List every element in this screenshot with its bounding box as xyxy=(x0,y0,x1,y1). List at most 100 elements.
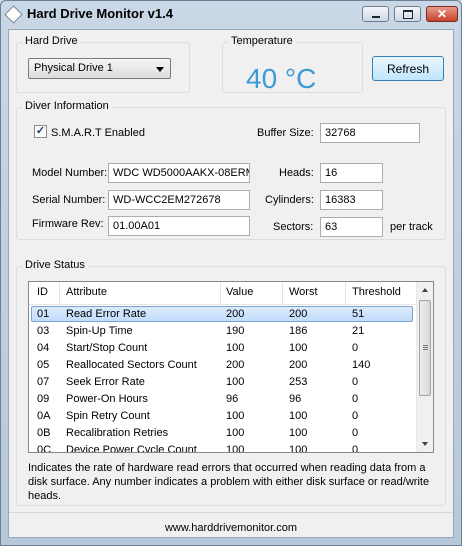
cell-id: 0A xyxy=(37,410,51,422)
smart-attributes-list[interactable]: ID Attribute Value Worst Threshold 01 Rea… xyxy=(28,281,434,453)
checkmark-icon: ✓ xyxy=(35,125,46,137)
column-header-attribute[interactable]: Attribute xyxy=(66,286,107,304)
column-header-threshold[interactable]: Threshold xyxy=(352,286,401,304)
table-row[interactable]: 0B Recalibration Retries 100 100 0 xyxy=(29,425,416,442)
refresh-button[interactable]: Refresh xyxy=(372,56,444,81)
chevron-down-icon xyxy=(156,67,164,72)
title-bar[interactable]: Hard Drive Monitor v1.4 ✕ xyxy=(1,1,461,28)
minimize-icon xyxy=(371,16,380,18)
cell-id: 09 xyxy=(37,393,50,405)
cell-value: 100 xyxy=(226,376,245,388)
buffer-size-label: Buffer Size: xyxy=(257,127,314,139)
diamond-icon xyxy=(4,5,23,24)
cell-attribute: Recalibration Retries xyxy=(66,427,169,439)
cell-threshold: 21 xyxy=(352,325,365,337)
serial-number-label: Serial Number: xyxy=(32,194,106,206)
hard-drive-label: Hard Drive xyxy=(22,35,81,47)
cell-attribute: Power-On Hours xyxy=(66,393,148,405)
table-row[interactable]: 01 Read Error Rate 200 200 51 xyxy=(29,306,416,323)
buffer-size-field[interactable]: 32768 xyxy=(320,123,420,143)
cell-worst: 186 xyxy=(289,325,308,337)
footer-divider xyxy=(9,512,453,513)
column-header-id[interactable]: ID xyxy=(37,286,48,304)
cell-threshold: 51 xyxy=(352,308,365,320)
main-panel: Hard Drive Physical Drive 1 Temperature … xyxy=(8,29,454,538)
driver-info-label: Diver Information xyxy=(22,100,112,112)
cell-threshold: 0 xyxy=(352,427,359,439)
drive-select-value: Physical Drive 1 xyxy=(34,62,113,74)
cell-attribute: Reallocated Sectors Count xyxy=(66,359,197,371)
column-header-worst[interactable]: Worst xyxy=(289,286,318,304)
maximize-icon xyxy=(402,9,413,19)
table-row[interactable]: 05 Reallocated Sectors Count 200 200 140 xyxy=(29,357,416,374)
column-header-value[interactable]: Value xyxy=(226,286,253,304)
close-icon: ✕ xyxy=(436,7,448,21)
serial-number-field[interactable]: WD-WCC2EM272678 xyxy=(108,190,250,210)
cell-attribute: Spin Retry Count xyxy=(66,410,150,422)
cell-worst: 200 xyxy=(289,308,308,320)
scroll-up-icon[interactable] xyxy=(422,288,428,292)
cell-value: 100 xyxy=(226,342,245,354)
cell-value: 100 xyxy=(226,427,245,439)
cell-threshold: 0 xyxy=(352,393,359,405)
firmware-label: Firmware Rev: xyxy=(32,218,104,230)
table-row[interactable]: 04 Start/Stop Count 100 100 0 xyxy=(29,340,416,357)
table-row[interactable]: 03 Spin-Up Time 190 186 21 xyxy=(29,323,416,340)
smart-label: S.M.A.R.T Enabled xyxy=(51,127,145,139)
cylinders-field[interactable]: 16383 xyxy=(320,190,383,210)
cell-worst: 200 xyxy=(289,359,308,371)
temperature-value: 40 °C xyxy=(246,63,317,94)
cell-threshold: 0 xyxy=(352,410,359,422)
table-row[interactable]: 09 Power-On Hours 96 96 0 xyxy=(29,391,416,408)
cell-threshold: 0 xyxy=(352,376,359,388)
temperature-label: Temperature xyxy=(228,35,296,47)
cell-attribute: Read Error Rate xyxy=(66,308,147,320)
cell-id: 07 xyxy=(37,376,50,388)
cell-worst: 100 xyxy=(289,342,308,354)
website-link[interactable]: www.harddrivemonitor.com xyxy=(9,522,453,534)
scroll-thumb[interactable] xyxy=(419,300,431,396)
list-rows: 01 Read Error Rate 200 200 51 03 Spin-Up Time 1… xyxy=(29,306,416,453)
cell-id: 01 xyxy=(37,308,50,320)
cell-value: 96 xyxy=(226,393,239,405)
cell-value: 100 xyxy=(226,410,245,422)
app-window: Hard Drive Monitor v1.4 ✕ Hard Drive Phy… xyxy=(0,0,462,546)
cell-id: 05 xyxy=(37,359,50,371)
model-number-label: Model Number: xyxy=(32,167,108,179)
heads-field[interactable]: 16 xyxy=(320,163,383,183)
cell-worst: 100 xyxy=(289,427,308,439)
cell-threshold: 140 xyxy=(352,359,371,371)
cell-worst: 100 xyxy=(289,410,308,422)
cell-attribute: Device Power Cycle Count xyxy=(66,444,197,453)
table-row[interactable]: 0C Device Power Cycle Count 100 100 0 xyxy=(29,442,416,453)
table-row[interactable]: 0A Spin Retry Count 100 100 0 xyxy=(29,408,416,425)
cell-worst: 253 xyxy=(289,376,308,388)
smart-checkbox[interactable]: ✓ xyxy=(34,125,47,138)
scroll-down-icon[interactable] xyxy=(422,442,428,446)
cell-value: 200 xyxy=(226,359,245,371)
cell-value: 200 xyxy=(226,308,245,320)
cell-id: 04 xyxy=(37,342,50,354)
list-header: ID Attribute Value Worst Threshold xyxy=(29,282,416,305)
cell-attribute: Start/Stop Count xyxy=(66,342,148,354)
sectors-field[interactable]: 63 xyxy=(320,217,383,237)
close-button[interactable]: ✕ xyxy=(426,6,458,22)
sectors-label: Sectors: xyxy=(273,221,314,233)
table-row[interactable]: 07 Seek Error Rate 100 253 0 xyxy=(29,374,416,391)
cylinders-label: Cylinders: xyxy=(265,194,314,206)
model-number-field[interactable]: WDC WD5000AAKX-08ERMA0 xyxy=(108,163,250,183)
heads-label: Heads: xyxy=(279,167,314,179)
minimize-button[interactable] xyxy=(362,6,389,22)
cell-attribute: Seek Error Rate xyxy=(66,376,145,388)
maximize-button[interactable] xyxy=(394,6,421,22)
cell-threshold: 0 xyxy=(352,342,359,354)
cell-value: 100 xyxy=(226,444,245,453)
cell-value: 190 xyxy=(226,325,245,337)
window-title: Hard Drive Monitor v1.4 xyxy=(27,6,173,21)
attribute-description: Indicates the rate of hardware read erro… xyxy=(28,462,430,502)
firmware-field[interactable]: 01.00A01 xyxy=(108,216,250,236)
per-track-label: per track xyxy=(390,221,433,233)
drive-select[interactable]: Physical Drive 1 xyxy=(28,58,171,79)
list-scrollbar[interactable] xyxy=(416,282,433,452)
temperature-group: Temperature 40 °C xyxy=(222,35,363,94)
